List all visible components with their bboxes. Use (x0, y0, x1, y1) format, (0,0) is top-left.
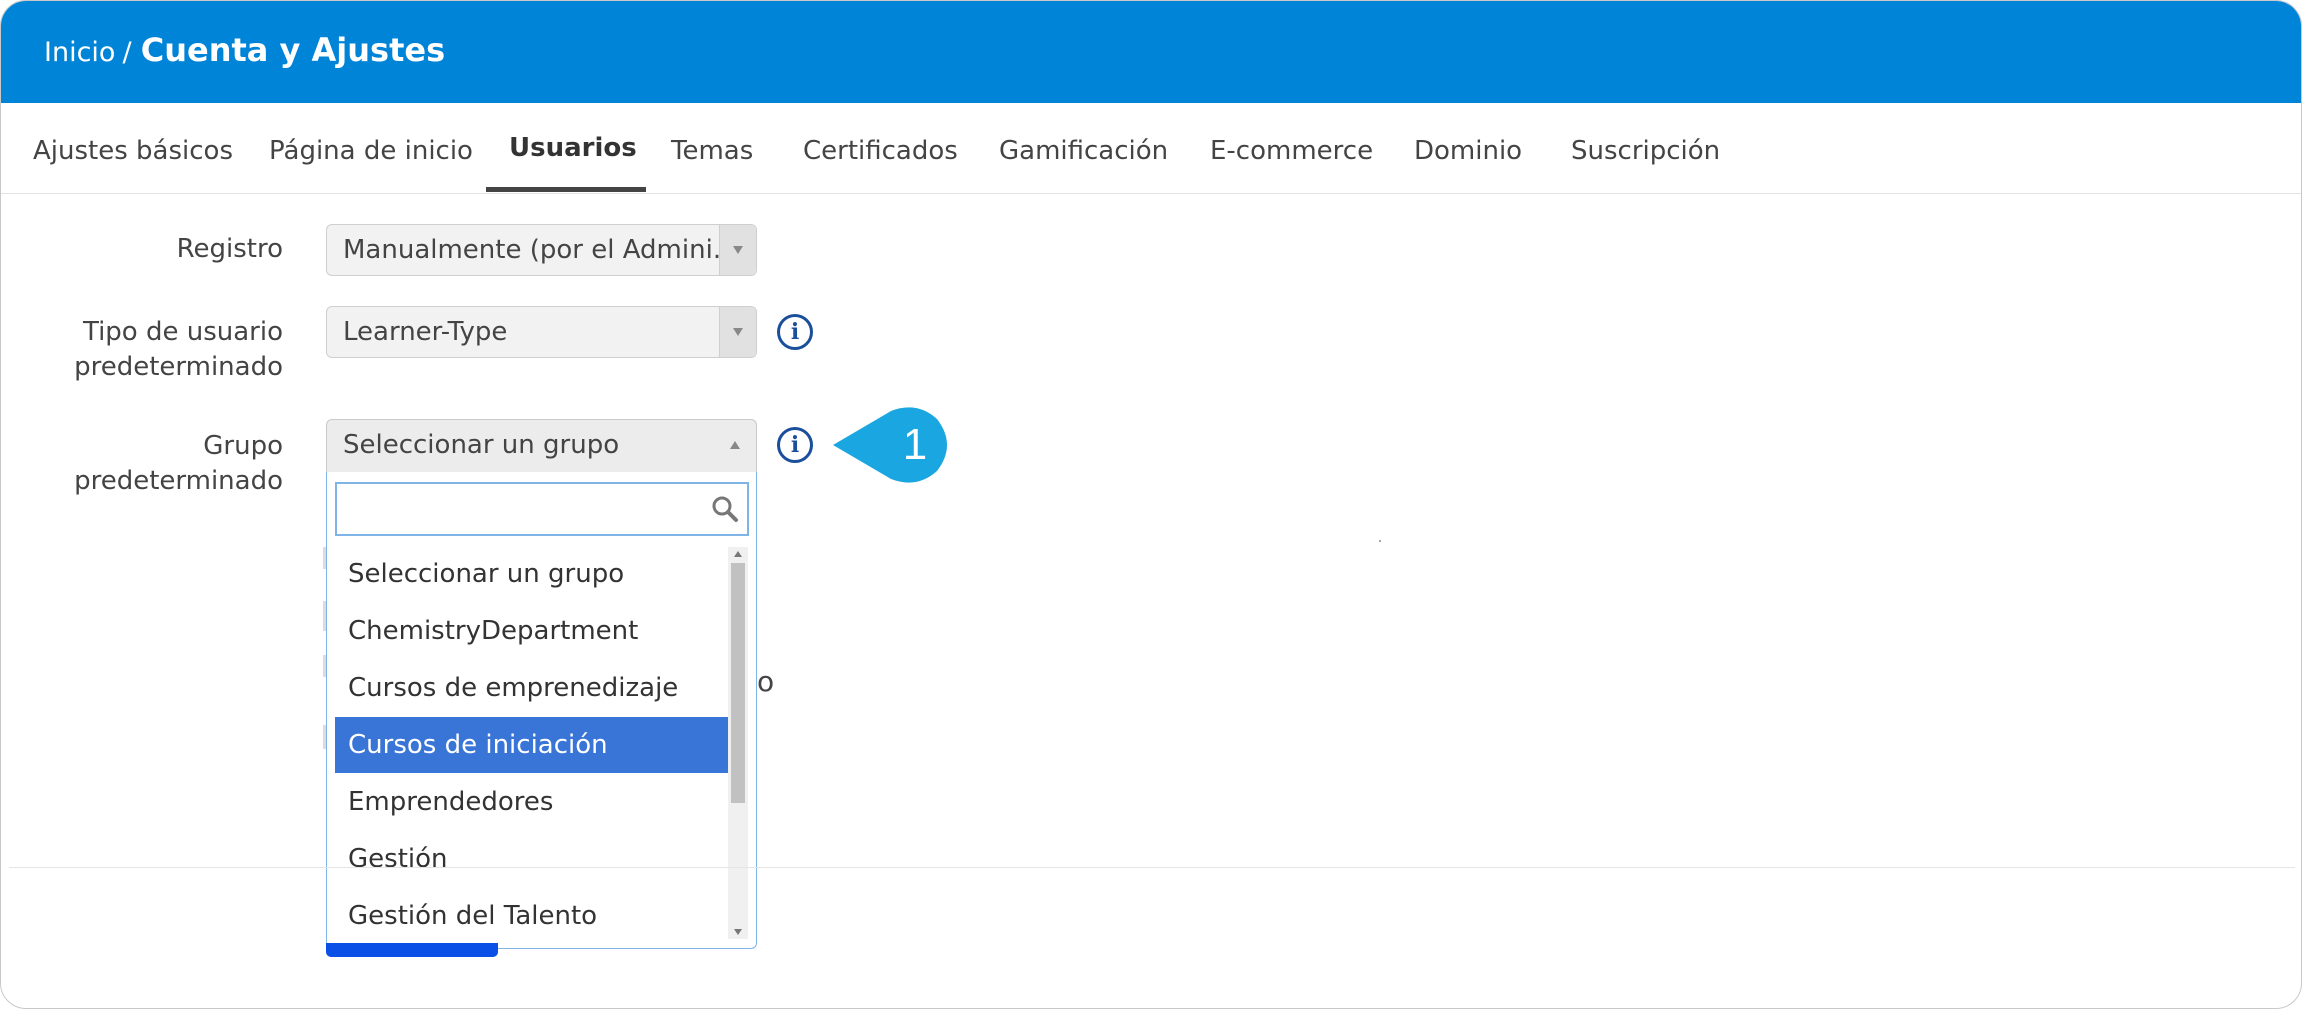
settings-tabs: Ajustes básicos Página de inicio Usuario… (1, 103, 2301, 194)
chevron-up-icon[interactable] (730, 441, 740, 449)
active-tab-indicator (486, 187, 646, 192)
tipo-usuario-select[interactable]: Learner-Type (326, 306, 757, 358)
grupo-option[interactable]: Seleccionar un grupo (335, 546, 728, 602)
grupo-option[interactable]: Cursos de emprenedizaje (335, 660, 728, 716)
app-frame: Inicio / Cuenta y Ajustes Ajustes básico… (0, 0, 2302, 1009)
partial-hidden-text: o (757, 665, 775, 698)
tipo-usuario-select-value: Learner-Type (343, 317, 508, 347)
scroll-up-arrow-icon[interactable] (734, 551, 742, 557)
grupo-option[interactable]: Emprendedores (335, 774, 728, 830)
grupo-label-line2: predeterminado (74, 466, 283, 496)
tab-certificados[interactable]: Certificados (803, 136, 958, 166)
info-circle-icon[interactable]: i (777, 427, 813, 463)
breadcrumb-home-link[interactable]: Inicio (44, 37, 115, 68)
grupo-option[interactable]: Gestión (335, 831, 728, 887)
tab-pagina-de-inicio[interactable]: Página de inicio (269, 136, 473, 166)
grupo-dropdown: Seleccionar un grupo ChemistryDepartment… (326, 472, 757, 949)
chevron-down-icon[interactable] (719, 307, 756, 357)
registro-select[interactable]: Manualmente (por el Admini... (326, 224, 757, 276)
grupo-search-input[interactable] (335, 482, 749, 536)
tab-dominio[interactable]: Dominio (1414, 136, 1522, 166)
save-button[interactable] (326, 943, 498, 957)
tab-gamificacion[interactable]: Gamificación (999, 136, 1168, 166)
grupo-option-highlighted[interactable]: Cursos de iniciación (335, 717, 728, 773)
scrollbar-thumb[interactable] (731, 563, 745, 803)
tipo-usuario-label-line1: Tipo de usuario (82, 317, 283, 347)
grupo-label: Grupo predeterminado (74, 429, 283, 499)
info-circle-icon[interactable]: i (777, 314, 813, 350)
tab-temas[interactable]: Temas (671, 136, 753, 166)
scroll-down-arrow-icon[interactable] (734, 929, 742, 935)
registro-label: Registro (176, 234, 283, 264)
tab-usuarios[interactable]: Usuarios (509, 133, 637, 163)
grupo-label-line1: Grupo (203, 431, 283, 461)
tipo-usuario-label: Tipo de usuario predeterminado (74, 315, 283, 385)
grupo-option[interactable]: Gestión del Talento (335, 888, 728, 944)
tab-suscripcion[interactable]: Suscripción (1571, 136, 1720, 166)
section-divider (9, 867, 2295, 868)
grupo-option[interactable]: ChemistryDepartment (335, 603, 728, 659)
tab-ecommerce[interactable]: E-commerce (1210, 136, 1373, 166)
search-icon (712, 496, 738, 522)
tipo-usuario-label-line2: predeterminado (74, 352, 283, 382)
stray-dot (1379, 540, 1381, 542)
registro-select-value: Manualmente (por el Admini... (343, 235, 738, 265)
callout-badge: 1 (833, 407, 947, 483)
tab-ajustes-basicos[interactable]: Ajustes básicos (33, 136, 233, 166)
page-title: Cuenta y Ajustes (140, 31, 446, 69)
breadcrumb: Inicio / Cuenta y Ajustes (44, 31, 445, 69)
dropdown-scrollbar[interactable] (728, 547, 748, 939)
breadcrumb-separator: / (122, 37, 132, 68)
chevron-down-icon[interactable] (719, 225, 756, 275)
grupo-select-value: Seleccionar un grupo (343, 430, 620, 460)
callout-number: 1 (903, 420, 927, 469)
page-header: Inicio / Cuenta y Ajustes (1, 1, 2301, 103)
grupo-select[interactable]: Seleccionar un grupo (326, 419, 757, 472)
